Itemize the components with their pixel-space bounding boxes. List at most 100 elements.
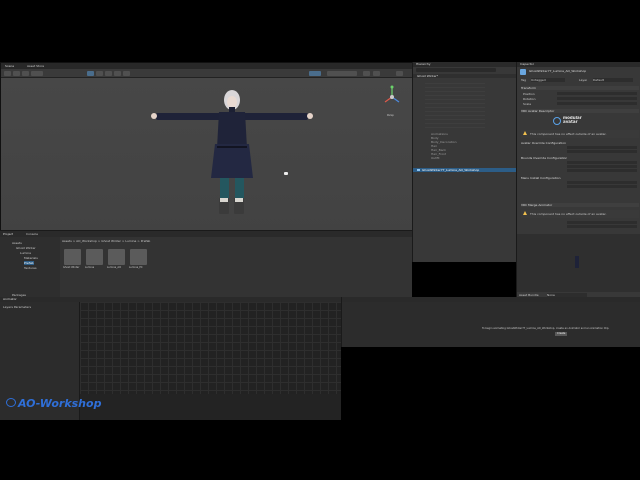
- project-panel: Project Console Assets Ghost Winter Lumi…: [0, 230, 412, 299]
- position-fields[interactable]: [557, 92, 637, 95]
- orientation-gizmo[interactable]: [381, 83, 403, 115]
- folder-item[interactable]: Assets: [12, 241, 22, 245]
- tag-label: Tag: [521, 78, 527, 82]
- scene-toolbar: [1, 69, 413, 78]
- override-field[interactable]: [567, 150, 637, 153]
- character-model[interactable]: [141, 88, 321, 218]
- override-field[interactable]: [567, 146, 637, 149]
- project-tabbar: Project Console: [0, 231, 412, 237]
- animator-timeline[interactable]: [80, 394, 341, 420]
- warning-icon: [523, 131, 527, 135]
- folder-item[interactable]: Textures: [24, 266, 37, 270]
- tab-asset-store[interactable]: Asset Store: [27, 64, 44, 68]
- layer-label: Layer: [579, 78, 588, 82]
- component-header[interactable]: VRC Avatar Descriptor: [521, 109, 639, 113]
- position-label: Position: [523, 92, 535, 96]
- project-folder-tree: Assets Ghost Winter Lumina Materials Pre…: [0, 237, 60, 299]
- warning-box: This component has no effect outside of …: [521, 130, 639, 138]
- hierarchy-search-input[interactable]: [416, 68, 496, 72]
- 2d-toggle-button[interactable]: [13, 71, 20, 76]
- ao-workshop-logo-icon: [6, 398, 16, 407]
- asset-label: Ghost Winter: [63, 266, 80, 269]
- rect-tool-button[interactable]: [114, 71, 121, 76]
- hierarchy-selected-row[interactable]: GhostWinter77_Lumina_AO_Workshop: [413, 168, 517, 172]
- transform-header[interactable]: Transform: [521, 86, 639, 90]
- folder-item[interactable]: Materials: [24, 256, 38, 260]
- hierarchy-item-label: Outfit: [431, 156, 440, 160]
- preview-model: [575, 256, 579, 268]
- scene-viewport[interactable]: Persp: [1, 78, 413, 243]
- watermark-text: AO-Workshop: [18, 397, 102, 410]
- inspector-tabbar: Inspector: [517, 62, 640, 67]
- hierarchy-panel: Hierarchy Ghost Winter* Animations Body …: [412, 62, 517, 262]
- layer-dropdown[interactable]: Default: [593, 78, 633, 82]
- prefab-icon: [520, 69, 526, 75]
- bounds-field[interactable]: [567, 165, 637, 168]
- animator-graph[interactable]: [80, 302, 341, 394]
- view-mode-label: Persp: [387, 114, 394, 117]
- scene-search-field[interactable]: [327, 71, 357, 76]
- hierarchy-root-label: Ghost Winter*: [417, 74, 439, 78]
- animator-field[interactable]: [567, 225, 637, 228]
- tag-dropdown[interactable]: Untagged: [531, 78, 565, 82]
- asset-thumbnail[interactable]: [64, 249, 81, 265]
- asset-label: Lumina: [85, 266, 95, 269]
- scale-tool-button[interactable]: [105, 71, 112, 76]
- tab-animator[interactable]: Animator: [3, 297, 17, 301]
- lighting-toggle-button[interactable]: [22, 71, 29, 76]
- warning-text: This component has no effect outside of …: [530, 212, 607, 216]
- animation-tabbar: [342, 297, 640, 302]
- create-button[interactable]: Create: [555, 332, 568, 336]
- animation-panel: To begin animating GhostWinter77_Lumina_…: [341, 297, 640, 347]
- effects-dropdown[interactable]: [31, 71, 43, 76]
- light-icon[interactable]: [284, 172, 288, 175]
- animation-empty-message: To begin animating GhostWinter77_Lumina_…: [482, 327, 610, 330]
- folder-item[interactable]: Ghost Winter: [16, 246, 36, 250]
- hierarchy-root-row[interactable]: Ghost Winter*: [413, 74, 517, 78]
- menu-field[interactable]: [567, 181, 637, 184]
- object-name-field[interactable]: GhostWinter77_Lumina_AO_Workshop: [529, 69, 629, 73]
- folder-item[interactable]: Lumina: [20, 251, 31, 255]
- animator-field[interactable]: [567, 221, 637, 224]
- layers-button[interactable]: [373, 71, 380, 76]
- layers-parameters-label[interactable]: Layers Parameters: [3, 305, 31, 309]
- bounds-field[interactable]: [567, 169, 637, 172]
- component-header[interactable]: VRC Merge Animator: [521, 203, 639, 207]
- warning-text: This component has no effect outside of …: [530, 132, 607, 136]
- shading-mode-button[interactable]: [4, 71, 11, 76]
- scene-options-button[interactable]: [396, 71, 403, 76]
- prefab-cube-icon: [417, 169, 420, 171]
- gizmos-button[interactable]: [309, 71, 321, 76]
- rotation-fields[interactable]: [557, 97, 637, 100]
- scene-view[interactable]: Scene Asset Store Persp: [0, 62, 413, 243]
- menu-field[interactable]: [567, 185, 637, 188]
- asset-thumbnail[interactable]: [130, 249, 147, 265]
- asset-thumbnail[interactable]: [108, 249, 125, 265]
- breadcrumb[interactable]: Assets > AO_Workshop > Ghost Winter > Lu…: [62, 239, 242, 243]
- section-header[interactable]: Bounds Override Configuration: [521, 156, 567, 160]
- bounds-field[interactable]: [567, 161, 637, 164]
- move-tool-button[interactable]: [87, 71, 94, 76]
- section-header[interactable]: Avatar Override Configuration: [521, 141, 566, 145]
- tab-hierarchy[interactable]: Hierarchy: [416, 62, 431, 66]
- hierarchy-selected-label: GhostWinter77_Lumina_AO_Workshop: [422, 168, 480, 172]
- scale-fields[interactable]: [557, 102, 637, 105]
- rotate-tool-button[interactable]: [96, 71, 103, 76]
- folder-item-selected[interactable]: Prefab: [24, 261, 34, 265]
- hierarchy-tabbar: Hierarchy: [413, 62, 517, 67]
- camera-settings-button[interactable]: [363, 71, 370, 76]
- modular-avatar-logo-icon: [553, 117, 561, 125]
- hierarchy-row[interactable]: Outfit: [413, 156, 517, 160]
- asset-thumbnail[interactable]: [86, 249, 103, 265]
- section-header[interactable]: Menu Install Configuration: [521, 176, 561, 180]
- hierarchy-collapsed-rows: [425, 80, 485, 128]
- transform-tool-button[interactable]: [123, 71, 130, 76]
- asset-label: Lumina_PC: [129, 266, 143, 269]
- tab-inspector[interactable]: Inspector: [520, 62, 534, 66]
- scale-label: Scale: [523, 102, 532, 106]
- preview-area[interactable]: [517, 234, 640, 292]
- tab-scene[interactable]: Scene: [5, 64, 14, 68]
- tab-project[interactable]: Project: [3, 232, 13, 236]
- inspector-panel: Inspector GhostWinter77_Lumina_AO_Worksh…: [516, 62, 640, 302]
- tab-console[interactable]: Console: [26, 232, 38, 236]
